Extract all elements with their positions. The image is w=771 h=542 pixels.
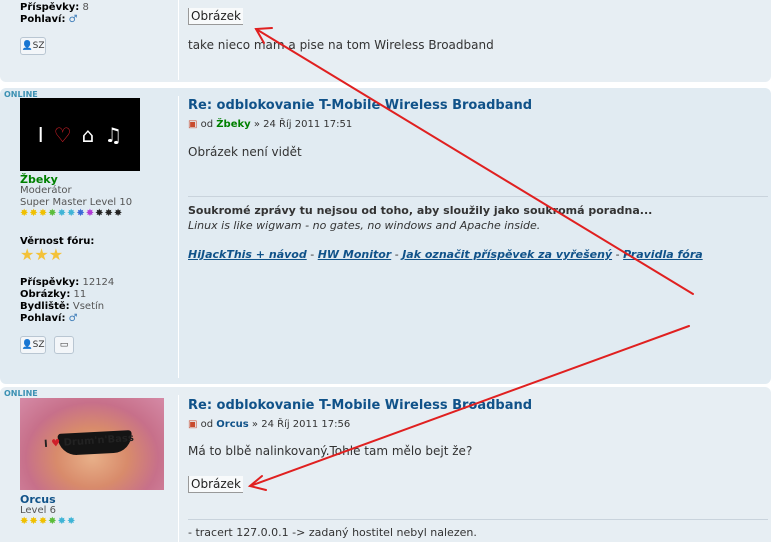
- link-mark-solved[interactable]: Jak označit příspěvek za vyřešený: [402, 248, 612, 261]
- link-hijackthis[interactable]: HiJackThis + návod: [188, 248, 307, 261]
- signature-divider: [188, 196, 768, 197]
- online-badge: ONLINE: [4, 389, 38, 398]
- post2-contact-buttons: 👤SZ ▭: [20, 336, 74, 354]
- user-avatar: I ♥ Drum'n'Bass: [20, 398, 164, 490]
- post2-prispevky: Příspěvky: 12124: [20, 277, 115, 288]
- post2-pohlavi: Pohlaví: ♂: [20, 313, 78, 324]
- post3-divider: [178, 395, 179, 542]
- post2-divider: [178, 96, 179, 378]
- post-title[interactable]: Re: odblokovanie T-Mobile Wireless Broad…: [188, 98, 532, 113]
- post1-pm-button[interactable]: 👤SZ: [20, 37, 46, 55]
- post1-prispevky: Příspěvky: 8: [20, 2, 89, 13]
- post1-pohlavi: Pohlaví: ♂: [20, 14, 78, 25]
- user-avatar: I ♡ ⌂ ♫: [20, 98, 140, 171]
- post1-image-box[interactable]: Obrázek: [188, 8, 243, 25]
- post1-body: take nieco mam a pise na tom Wireless Br…: [188, 38, 494, 52]
- post-author[interactable]: Orcus: [216, 419, 248, 430]
- post-title[interactable]: Re: odblokovanie T-Mobile Wireless Broad…: [188, 398, 532, 413]
- rank-title: Moderátor: [20, 185, 72, 196]
- private-message-icon[interactable]: 👤SZ: [20, 37, 46, 55]
- heart-icon: ♡: [53, 122, 72, 147]
- signature-text: - tracert 127.0.0.1 -> zadaný hostitel n…: [188, 526, 477, 539]
- male-symbol-icon: ♂: [68, 313, 78, 324]
- signature-bold: Soukromé zprávy tu nejsou od toho, aby s…: [188, 204, 653, 217]
- link-rules[interactable]: Pravidla fóra: [623, 248, 703, 261]
- post2-obrazky: Obrázky: 11: [20, 289, 87, 300]
- gallery-icon[interactable]: ▭: [54, 336, 74, 354]
- house-icon: ⌂: [81, 122, 95, 147]
- male-symbol-icon: ♂: [68, 14, 78, 25]
- post-icon[interactable]: ▣: [188, 419, 197, 430]
- rank-stars: ✸ ✸ ✸ ✸ ✸ ✸: [20, 516, 76, 527]
- post-icon[interactable]: ▣: [188, 119, 197, 130]
- post-byline: ▣ od Žbeky » 24 Říj 2011 17:51: [188, 119, 353, 130]
- post1-divider: [178, 0, 179, 80]
- link-hw-monitor[interactable]: HW Monitor: [318, 248, 392, 261]
- post3-body: Má to blbě nalinkovaný.Tohle tam mělo be…: [188, 444, 473, 458]
- post-author[interactable]: Žbeky: [216, 119, 250, 130]
- loyalty-stars: ★★★: [20, 245, 64, 264]
- signature-italic: Linux is like wigwam - no gates, no wind…: [188, 219, 541, 232]
- post2-bydliste: Bydliště: Vsetín: [20, 301, 105, 312]
- post-byline: ▣ od Orcus » 24 Říj 2011 17:56: [188, 419, 351, 430]
- rank-stars: ✸ ✸ ✸ ✸ ✸ ✸ ✸ ✸ ✸ ✸ ✸: [20, 208, 123, 219]
- private-message-icon[interactable]: 👤SZ: [20, 336, 46, 354]
- signature-divider: [188, 519, 768, 520]
- post2-body: Obrázek není vidět: [188, 145, 302, 159]
- signature-links: HiJackThis + návod - HW Monitor - Jak oz…: [188, 248, 703, 261]
- music-note-icon: ♫: [104, 122, 123, 147]
- post3-image-box[interactable]: Obrázek: [188, 476, 243, 493]
